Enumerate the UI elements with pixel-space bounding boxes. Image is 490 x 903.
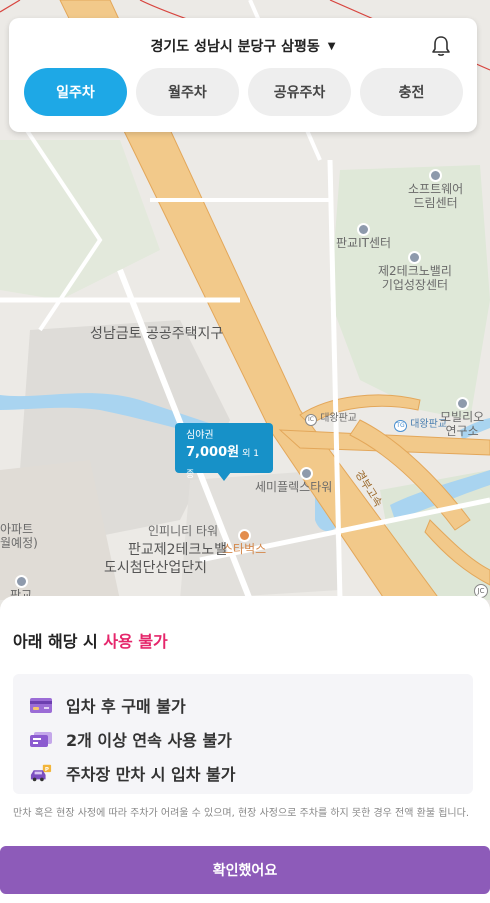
poi-pin-icon [455,397,469,410]
marker-title: 심야권 [186,430,214,441]
bell-icon[interactable] [431,35,451,57]
location-text: 경기도 성남시 분당구 삼평동 [150,39,320,55]
map-label-infinity: 인피니티 타워 [148,524,219,538]
caret-down-icon: ▼ [327,41,336,52]
parking-type-tabs: 일주차 월주차 공유주차 충전 [24,68,463,116]
map-label-apartment: 아파트 월예정) [0,522,38,550]
rule-item: 2개 이상 연속 사용 불가 [30,722,473,756]
map-label-techno2: 제2테크노밸리 기업성장센터 [378,264,452,292]
rule-text: 주차장 만차 시 입차 불가 [66,765,236,784]
tab-charging[interactable]: 충전 [360,68,463,116]
poi-pin-icon [357,223,371,236]
ic-badge-icon: IC [305,414,317,426]
rules-box: 입차 후 구매 불가 2개 이상 연속 사용 불가 P 주차장 만차 시 입차 … [13,674,473,794]
map-poi-starbucks[interactable]: 스타벅스 [222,528,266,556]
poi-pin-icon [408,251,422,264]
map-label-softwaredream: 소프트웨어 드림센터 [408,182,464,210]
map-poi-softwaredream[interactable]: 소프트웨어 드림센터 [408,168,463,210]
tg-badge-icon: TG [394,420,407,432]
map-poi-mobility[interactable]: 모빌리오 연구소 [440,396,484,438]
tab-shared-parking[interactable]: 공유주차 [248,68,351,116]
confirm-button[interactable]: 확인했어요 [0,846,490,894]
refund-note: 만차 혹은 현장 사정에 따라 주차가 어려울 수 있으며, 현장 사정으로 주… [13,808,469,819]
map-label-pangyo-it: 판교IT센터 [336,236,392,250]
map-label-daewang-ic: IC 대왕판교 [305,412,357,426]
header-card: 경기도 성남시 분당구 삼평동 ▼ 일주차 월주차 공유주차 충전 [9,18,477,132]
cafe-icon [237,529,251,542]
tab-daily-parking[interactable]: 일주차 [24,68,127,116]
poi-pin-icon [14,575,28,588]
tab-monthly-parking[interactable]: 월주차 [136,68,239,116]
restriction-sheet: 아래 해당 시 사용 불가 입차 후 구매 불가 2개 이상 연속 사용 불가 … [0,596,490,903]
poi-pin-icon [429,169,443,182]
car-parking-icon: P [30,764,52,782]
card-icon [30,697,52,713]
rule-text: 입차 후 구매 불가 [66,697,186,716]
map-poi-techno2[interactable]: 제2테크노밸리 기업성장센터 [378,250,452,292]
rule-item: P 주차장 만차 시 입차 불가 [30,756,473,790]
location-selector[interactable]: 경기도 성남시 분당구 삼평동 ▼ [9,36,477,56]
rule-item: 입차 후 구매 불가 [30,688,473,722]
sheet-title-prefix: 아래 해당 시 [13,632,104,651]
map-label-daewang-ic-text: 대왕판교 [320,413,357,424]
marker-price-row: 7,000원 외 1종 [186,443,262,485]
map-label-mobility: 모빌리오 연구소 [440,410,485,438]
map-label-seongnam: 성남금토 공공주택지구 [90,326,224,342]
marker-price: 7,000원 [186,445,240,460]
map-poi-pangyo-it[interactable]: 판교IT센터 [336,222,391,250]
svg-text:P: P [45,767,49,773]
map-label-pangyo-valley: 판교제2테크노밸 [128,542,228,558]
parking-price-marker[interactable]: 심야권 7,000원 외 1종 [175,423,273,481]
map-label-starbucks: 스타벅스 [222,542,267,556]
sheet-title-accent: 사용 불가 [103,632,168,651]
ticket-icon [30,731,52,747]
map-label-semi: 세미플렉스타워 [255,480,333,494]
map-label-urban-industry: 도시첨단산업단지 [104,560,208,576]
rule-text: 2개 이상 연속 사용 불가 [66,731,232,750]
sheet-title: 아래 해당 시 사용 불가 [13,628,168,652]
poi-pin-icon [300,467,314,480]
